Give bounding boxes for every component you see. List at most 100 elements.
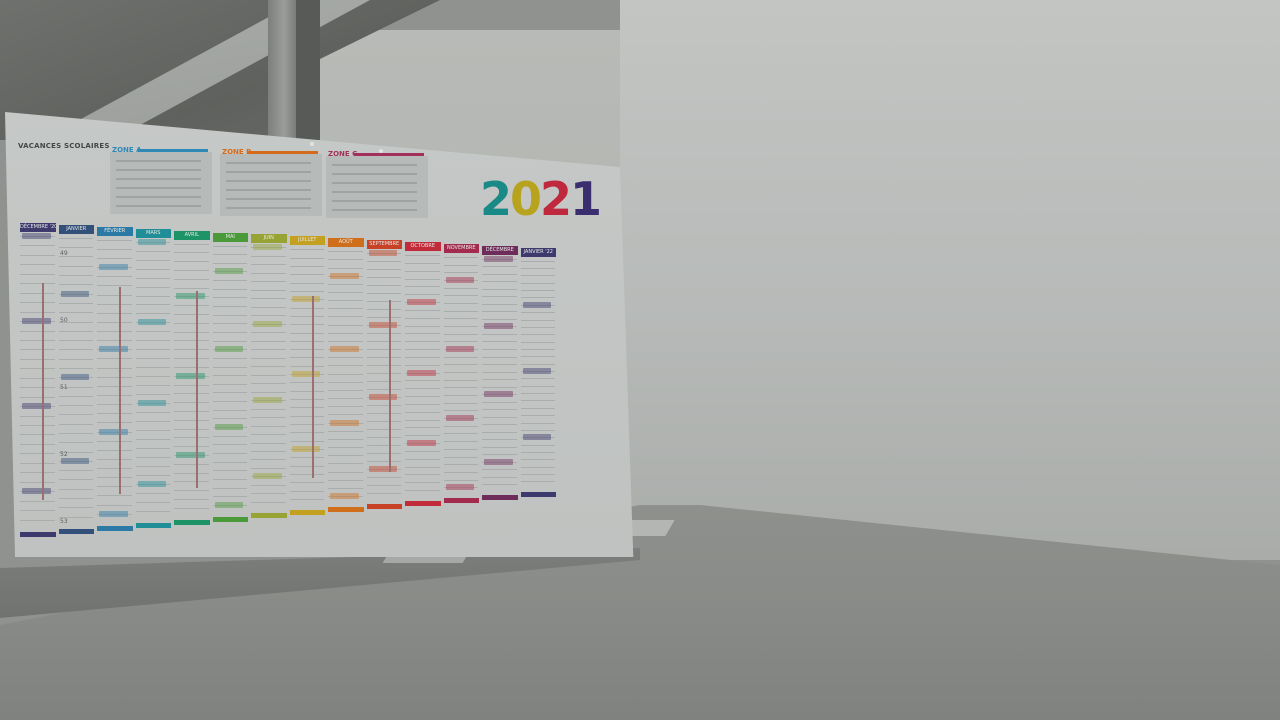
day-row [212, 478, 247, 480]
holiday-marker [330, 493, 359, 500]
day-row [20, 500, 55, 502]
day-row [212, 487, 247, 489]
day-row [58, 284, 93, 286]
day-row [520, 444, 555, 446]
day-row [289, 357, 324, 359]
holiday-marker [445, 276, 474, 283]
day-row [443, 410, 478, 412]
day-row [97, 276, 132, 278]
day-row [97, 331, 132, 333]
day-row [328, 455, 363, 457]
day-row [58, 432, 93, 434]
day-row [20, 349, 55, 351]
day-row [443, 318, 478, 320]
day-row [443, 356, 478, 358]
day-row [97, 358, 132, 360]
right-wall [620, 0, 1280, 560]
year-digit: 2 [480, 172, 512, 226]
day-row [58, 395, 93, 397]
zone-color-bar [248, 151, 318, 154]
day-row [289, 290, 324, 292]
zone-date-line [332, 200, 417, 202]
day-row [405, 278, 440, 280]
day-row [443, 341, 478, 343]
day-row [328, 479, 363, 481]
holiday-marker [176, 293, 205, 300]
day-row [443, 372, 478, 374]
day-row [520, 429, 555, 431]
day-row [328, 357, 363, 359]
month-header: JUILLET [289, 236, 325, 246]
day-row [135, 286, 170, 288]
day-row [328, 300, 363, 302]
day-row [97, 495, 132, 497]
day-row [443, 441, 478, 443]
day-row [366, 341, 401, 343]
holiday-marker [214, 501, 243, 508]
holiday-marker [407, 440, 436, 447]
day-row [366, 413, 401, 415]
day-row [366, 317, 401, 319]
day-row [289, 307, 324, 309]
day-row [97, 413, 132, 415]
month-header: JUIN [251, 234, 287, 244]
day-row [520, 297, 555, 299]
holiday-marker [99, 264, 128, 271]
day-row [97, 449, 132, 451]
zone-color-bar [354, 153, 424, 156]
day-row [443, 256, 478, 258]
day-row [289, 332, 324, 334]
holiday-marker [22, 318, 51, 325]
holiday-marker [484, 458, 513, 465]
day-row [289, 465, 324, 467]
day-row [251, 298, 286, 300]
day-row [443, 471, 478, 473]
day-row [251, 272, 286, 274]
day-row [135, 394, 170, 396]
zone-date-line [116, 205, 201, 207]
day-row [58, 442, 93, 444]
day-row [20, 292, 55, 294]
day-row [251, 391, 286, 393]
day-row [366, 485, 401, 487]
day-row [482, 341, 517, 343]
day-row [289, 382, 324, 384]
holiday-marker [60, 374, 89, 381]
vacation-period-bar [42, 283, 44, 500]
day-row [443, 402, 478, 404]
day-row [20, 434, 55, 436]
day-row [405, 419, 440, 421]
day-row [20, 311, 55, 313]
day-row [58, 247, 93, 249]
day-row [482, 333, 517, 335]
day-row [482, 409, 517, 411]
vacation-title: VACANCES SCOLAIRES [18, 142, 110, 150]
day-row [443, 456, 478, 458]
day-row [174, 498, 209, 500]
vacation-header: VACANCES SCOLAIRES ZONE A ZONE B ZONE C [18, 142, 428, 218]
day-row [328, 292, 363, 293]
day-row [366, 405, 401, 407]
vacation-period-bar [119, 286, 121, 494]
vacation-period-bar [311, 296, 314, 479]
day-row [58, 405, 93, 407]
holiday-marker [484, 323, 513, 330]
zone-date-line [116, 160, 201, 162]
day-row [405, 411, 440, 413]
day-row [520, 451, 555, 453]
day-row [135, 367, 170, 369]
year-digit: 1 [570, 172, 602, 226]
day-row [289, 399, 324, 401]
day-row [58, 237, 93, 239]
holiday-marker [445, 415, 474, 422]
day-row [58, 265, 93, 267]
day-row [328, 332, 363, 334]
calendar-year: 2021 [480, 172, 602, 226]
day-row [174, 384, 209, 386]
holiday-marker [368, 466, 397, 473]
day-row [520, 290, 555, 292]
day-row [405, 341, 440, 343]
day-row [135, 295, 170, 297]
day-row [20, 425, 55, 427]
day-row [520, 319, 555, 321]
